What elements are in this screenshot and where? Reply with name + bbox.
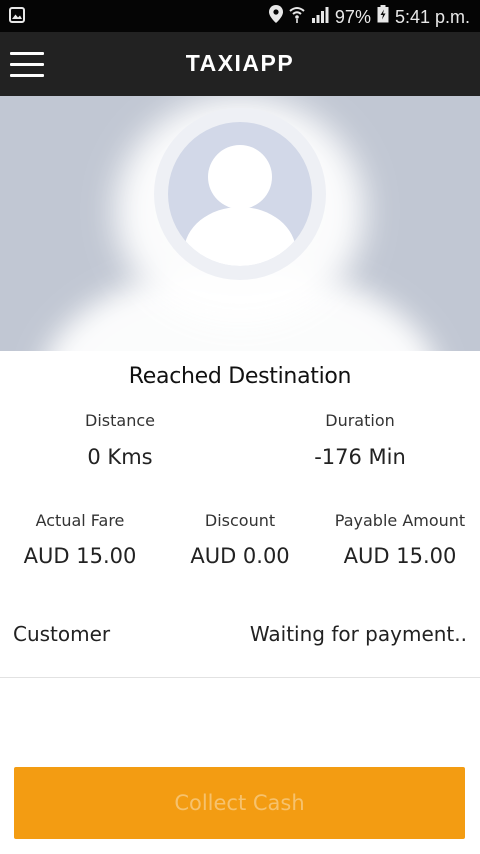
duration-label: Duration (325, 411, 395, 430)
status-bar: 97% 5:41 p.m. (0, 0, 480, 32)
gallery-notification-icon (9, 7, 25, 28)
customer-profile-header: Customer (0, 96, 480, 351)
avatar-icon (168, 122, 312, 266)
actual-fare-label: Actual Fare (35, 511, 125, 530)
payable-amount-value: AUD 15.00 (343, 544, 457, 568)
location-icon (268, 5, 283, 28)
clock: 5:41 p.m. (394, 6, 470, 27)
collect-cash-button[interactable]: Collect Cash (14, 767, 465, 839)
actual-fare-value: AUD 15.00 (23, 544, 137, 568)
distance-value: 0 Kms (87, 445, 153, 469)
signal-icon (311, 6, 329, 28)
payment-customer-label: Customer (13, 622, 111, 646)
app-bar: TAXIAPP (0, 32, 480, 96)
battery-icon (377, 5, 389, 28)
distance-label: Distance (85, 411, 155, 430)
duration-value: -176 Min (314, 445, 406, 469)
divider (0, 677, 480, 678)
customer-name: Customer (188, 294, 291, 318)
wifi-icon (289, 5, 305, 28)
payable-amount-label: Payable Amount (334, 511, 466, 530)
discount-value: AUD 0.00 (190, 544, 290, 568)
payment-status: Waiting for payment.. (249, 622, 467, 646)
trip-status-heading: Reached Destination (128, 364, 352, 389)
discount-label: Discount (204, 511, 276, 530)
app-title: TAXIAPP (185, 50, 295, 76)
battery-percentage: 97% (334, 6, 371, 27)
